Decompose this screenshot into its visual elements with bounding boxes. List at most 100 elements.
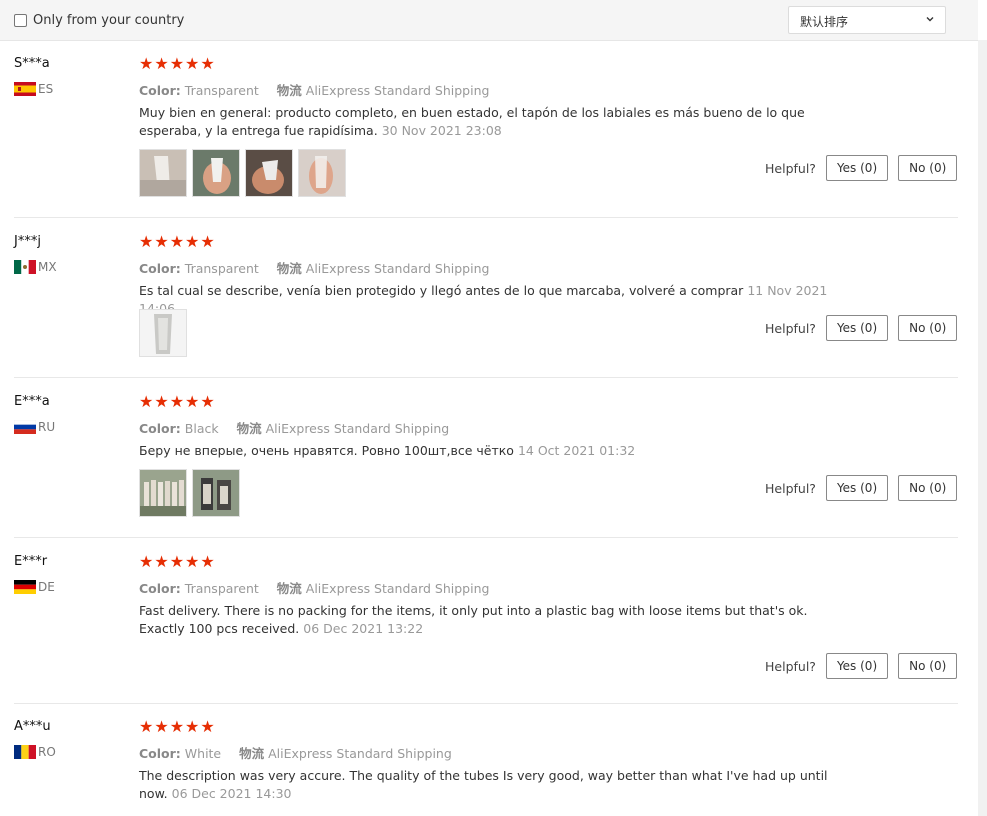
germany-flag-icon	[14, 580, 36, 594]
review-photos	[139, 309, 192, 357]
shipping-key: 物流	[276, 581, 302, 596]
color-key: Color:	[139, 421, 181, 436]
review-photo-thumbnail[interactable]	[192, 469, 240, 517]
review-date: 30 Nov 2021 23:08	[381, 123, 502, 138]
review-date: 14 Oct 2021 01:32	[517, 443, 636, 458]
filter-bar: Only from your country 默认排序	[0, 0, 978, 41]
shipping-value: AliExpress Standard Shipping	[305, 581, 490, 596]
country-code: ES	[38, 82, 54, 96]
review-sku-info: Color: Transparent 物流 AliExpress Standar…	[139, 80, 489, 99]
review-photo-thumbnail[interactable]	[139, 469, 187, 517]
review-body: Fast delivery. There is no packing for t…	[139, 603, 808, 636]
mexico-flag-icon	[14, 260, 36, 274]
reviewer-name: E***r	[14, 554, 48, 569]
review-sku-info: Color: White 物流 AliExpress Standard Ship…	[139, 743, 452, 762]
color-key: Color:	[139, 83, 181, 98]
review-item: A***u RO ★★★★★ Color: White 物流 AliExpres…	[0, 703, 978, 816]
review-date: 06 Dec 2021 14:30	[171, 786, 292, 801]
reviewer-country: MX	[14, 260, 57, 274]
review-photos	[139, 469, 245, 517]
rating-stars: ★★★★★	[139, 392, 216, 411]
country-code: RO	[38, 745, 56, 759]
sort-dropdown[interactable]: 默认排序	[788, 6, 946, 34]
reviewer-country: RO	[14, 745, 56, 759]
color-key: Color:	[139, 261, 181, 276]
color-key: Color:	[139, 746, 181, 761]
shipping-value: AliExpress Standard Shipping	[268, 746, 452, 761]
reviewer-country: ES	[14, 82, 53, 96]
review-photo-thumbnail[interactable]	[245, 149, 293, 197]
review-sku-info: Color: Transparent 物流 AliExpress Standar…	[139, 258, 489, 277]
review-photo-thumbnail[interactable]	[298, 149, 346, 197]
shipping-value: AliExpress Standard Shipping	[305, 83, 490, 98]
rating-stars: ★★★★★	[139, 717, 216, 736]
helpful-label: Helpful?	[765, 320, 816, 336]
country-code: RU	[38, 420, 56, 434]
helpful-no-button[interactable]: No (0)	[898, 475, 958, 501]
helpful-no-button[interactable]: No (0)	[898, 653, 958, 679]
helpful-label: Helpful?	[765, 160, 816, 176]
sort-selected-value: 默认排序	[800, 15, 849, 29]
country-code: MX	[38, 260, 57, 274]
reviewer-name: E***a	[14, 394, 50, 409]
rating-stars: ★★★★★	[139, 552, 216, 571]
shipping-value: AliExpress Standard Shipping	[265, 421, 450, 436]
shipping-key: 物流	[239, 746, 265, 761]
color-value: Transparent	[184, 83, 259, 98]
spain-flag-icon	[14, 82, 36, 96]
shipping-key: 物流	[236, 421, 262, 436]
review-item: J***j MX ★★★★★ Color: Transparent 物流 Ali…	[0, 218, 978, 378]
helpful-yes-button[interactable]: Yes (0)	[825, 475, 889, 501]
reviewer-name: S***a	[14, 56, 50, 71]
shipping-key: 物流	[276, 261, 302, 276]
color-value: Transparent	[184, 261, 259, 276]
review-sku-info: Color: Transparent 物流 AliExpress Standar…	[139, 578, 489, 597]
review-date: 06 Dec 2021 13:22	[303, 621, 424, 636]
color-value: Transparent	[184, 581, 259, 596]
shipping-key: 物流	[276, 83, 302, 98]
russia-flag-icon	[14, 420, 36, 434]
helpful-votes: Helpful? Yes (0) No (0)	[765, 653, 967, 679]
review-photos	[139, 149, 351, 197]
review-item: S***a ES ★★★★★ Color: Transparent 物流 Ali…	[0, 40, 978, 218]
helpful-label: Helpful?	[765, 658, 816, 674]
helpful-yes-button[interactable]: Yes (0)	[825, 315, 889, 341]
review-text: Muy bien en general: producto completo, …	[139, 104, 857, 140]
helpful-yes-button[interactable]: Yes (0)	[825, 155, 889, 181]
review-photo-thumbnail[interactable]	[139, 149, 187, 197]
review-photo-thumbnail[interactable]	[192, 149, 240, 197]
review-item: E***a RU ★★★★★ Color: Black 物流 AliExpres…	[0, 378, 978, 538]
checkbox-box[interactable]	[14, 14, 27, 27]
helpful-votes: Helpful? Yes (0) No (0)	[765, 155, 967, 181]
review-body: Es tal cual se describe, venía bien prot…	[139, 283, 744, 298]
only-country-checkbox[interactable]: Only from your country	[14, 13, 184, 28]
country-code: DE	[38, 580, 55, 594]
rating-stars: ★★★★★	[139, 54, 216, 73]
only-country-label: Only from your country	[33, 13, 185, 28]
review-body: Беру не вперые, очень нравятся. Ровно 10…	[139, 443, 514, 458]
color-value: White	[184, 746, 222, 761]
color-key: Color:	[139, 581, 181, 596]
reviewer-name: A***u	[14, 719, 51, 734]
review-text: Fast delivery. There is no packing for t…	[139, 602, 857, 638]
scrollbar[interactable]	[978, 40, 987, 816]
color-value: Black	[184, 421, 219, 436]
reviewer-country: RU	[14, 420, 55, 434]
shipping-value: AliExpress Standard Shipping	[305, 261, 490, 276]
review-text: Беру не вперые, очень нравятся. Ровно 10…	[139, 442, 857, 460]
helpful-no-button[interactable]: No (0)	[898, 315, 958, 341]
romania-flag-icon	[14, 745, 36, 759]
helpful-votes: Helpful? Yes (0) No (0)	[765, 315, 967, 341]
review-item: E***r DE ★★★★★ Color: Transparent 物流 Ali…	[0, 538, 978, 704]
review-photo-thumbnail[interactable]	[139, 309, 187, 357]
rating-stars: ★★★★★	[139, 232, 216, 251]
review-text: Es tal cual se describe, venía bien prot…	[139, 282, 857, 318]
review-text: The description was very accure. The qua…	[139, 767, 857, 803]
review-sku-info: Color: Black 物流 AliExpress Standard Ship…	[139, 418, 449, 437]
helpful-yes-button[interactable]: Yes (0)	[825, 653, 889, 679]
chevron-down-icon	[926, 17, 934, 22]
helpful-no-button[interactable]: No (0)	[898, 155, 958, 181]
helpful-label: Helpful?	[765, 480, 816, 496]
reviewer-country: DE	[14, 580, 55, 594]
reviewer-name: J***j	[14, 234, 41, 249]
